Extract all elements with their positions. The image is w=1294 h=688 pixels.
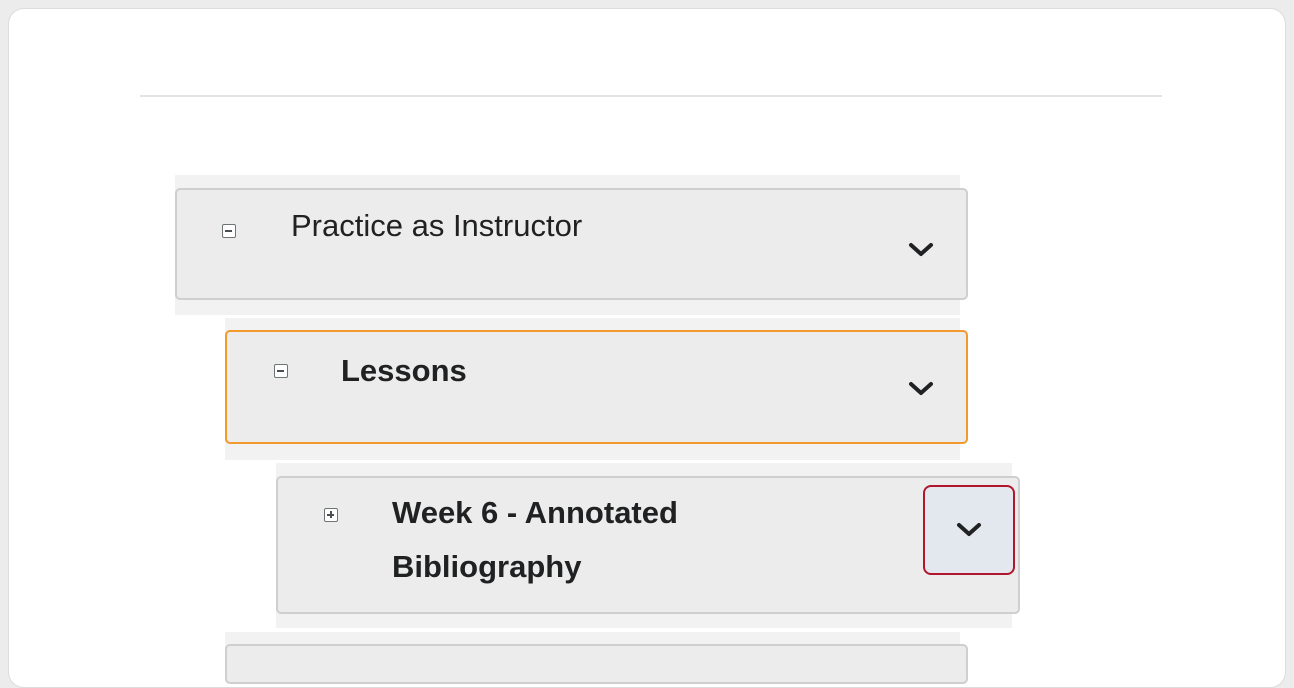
minus-box-icon[interactable] xyxy=(274,364,288,378)
tree-node-label-line2: Bibliography xyxy=(392,549,582,584)
tree-node-practice-as-instructor[interactable]: Practice as Instructor xyxy=(175,188,968,300)
tree-node-label: Lessons xyxy=(341,353,467,388)
tree-node-week-6-annotated-bibliography[interactable]: Week 6 - Annotated Bibliography xyxy=(276,476,1020,614)
chevron-down-icon xyxy=(908,242,934,258)
tree-node-label: Practice as Instructor xyxy=(291,208,583,243)
tree-node-label: Week 6 - Annotated xyxy=(392,495,678,530)
node-menu-button[interactable] xyxy=(899,367,943,411)
node-menu-button[interactable] xyxy=(899,228,943,272)
chevron-down-icon xyxy=(908,381,934,397)
minus-box-icon[interactable] xyxy=(222,224,236,238)
chevron-down-icon xyxy=(956,522,982,538)
divider xyxy=(140,95,1162,97)
tree-node-lessons[interactable]: Lessons xyxy=(225,330,968,444)
plus-box-icon[interactable] xyxy=(324,508,338,522)
node-menu-button-highlighted[interactable] xyxy=(923,485,1015,575)
tree-node-next-partial[interactable] xyxy=(225,644,968,684)
